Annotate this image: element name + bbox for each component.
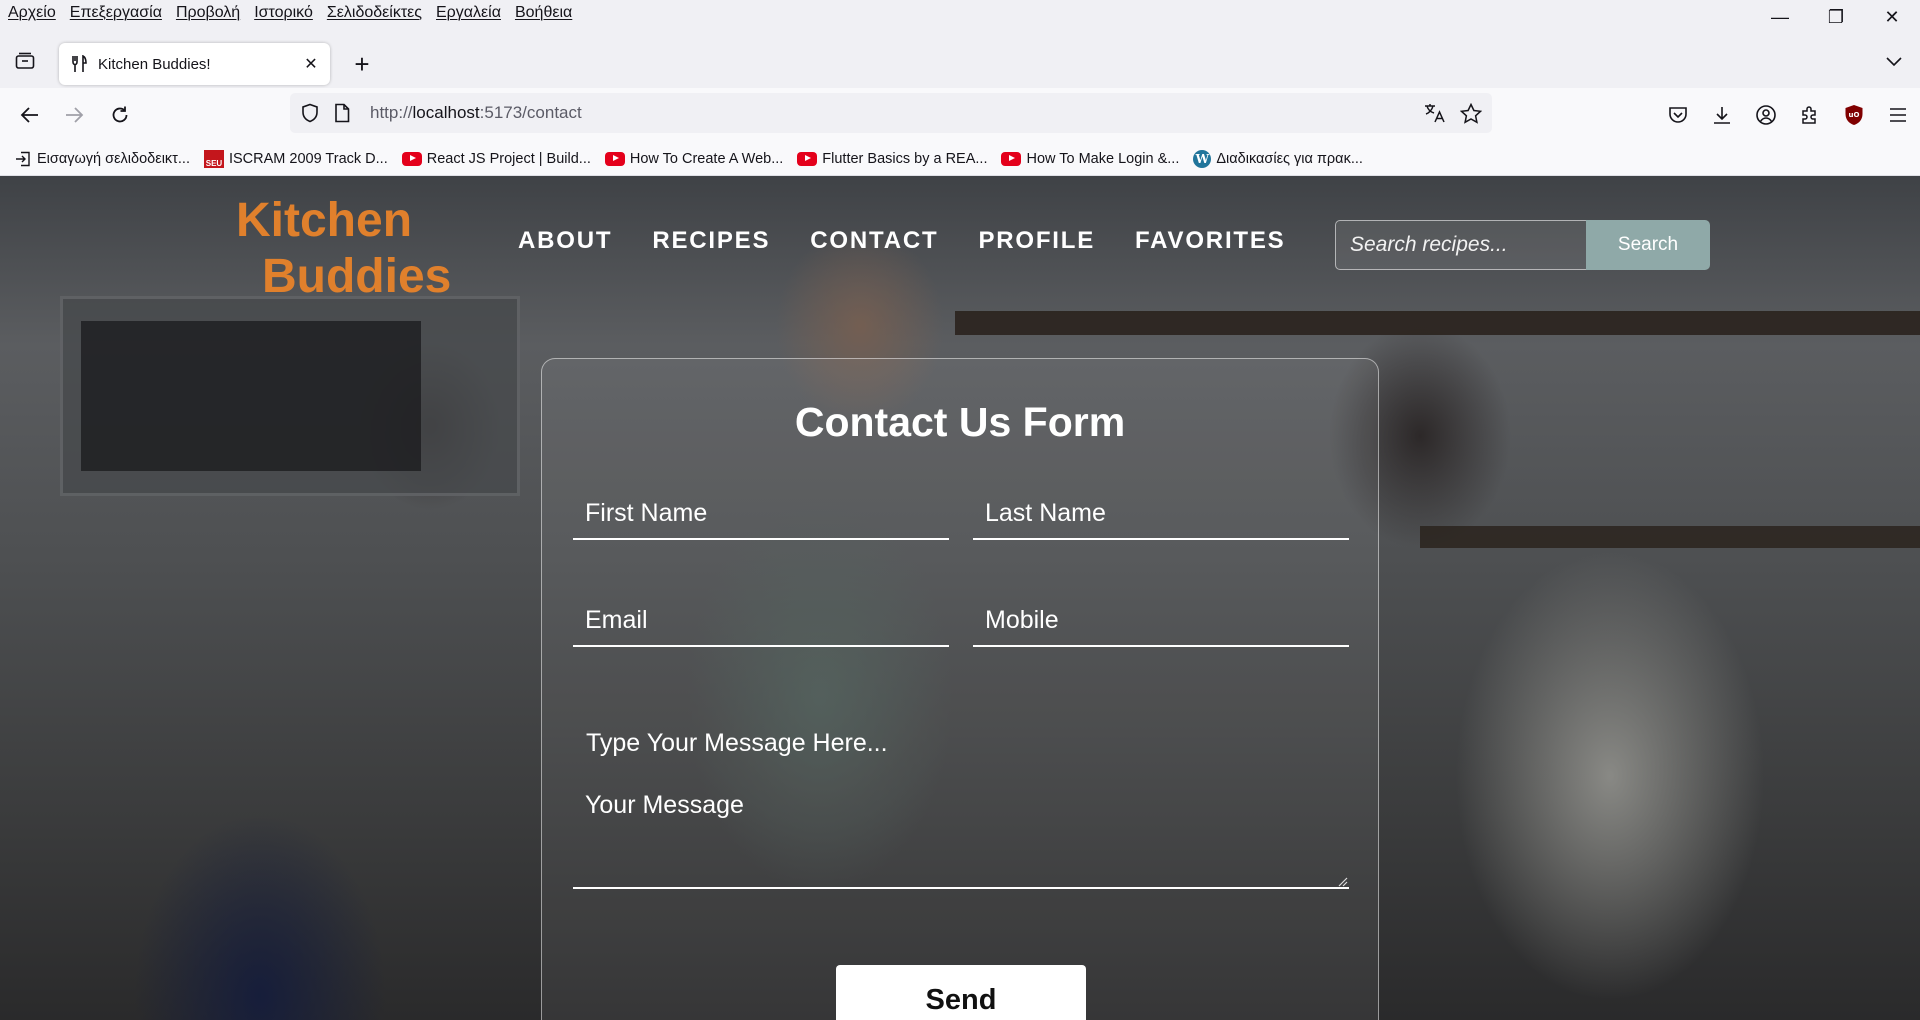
bookmark-item[interactable]: How To Create A Web... bbox=[604, 151, 783, 167]
tab-close-icon[interactable]: ✕ bbox=[298, 51, 324, 77]
menu-bookmarks[interactable]: Σελιδοδείκτες bbox=[320, 0, 429, 26]
page-icon[interactable] bbox=[330, 101, 354, 125]
send-button[interactable]: Send bbox=[836, 965, 1086, 1020]
youtube-icon bbox=[401, 151, 422, 166]
url-text[interactable]: http://localhost:5173/contact bbox=[370, 103, 1420, 123]
tab-title: Kitchen Buddies! bbox=[98, 55, 211, 73]
background-shelf bbox=[955, 311, 1920, 335]
bookmark-item[interactable]: How To Make Login &... bbox=[1001, 151, 1179, 167]
bookmark-item[interactable]: W Διαδικασίες για πρακ... bbox=[1193, 149, 1363, 168]
chevron-down-icon[interactable] bbox=[1880, 48, 1908, 76]
menu-view[interactable]: Προβολή bbox=[169, 0, 247, 26]
message-field[interactable] bbox=[573, 779, 1349, 889]
fork-knife-icon bbox=[69, 54, 89, 74]
wordpress-icon: W bbox=[1193, 149, 1212, 168]
tab-bar: Kitchen Buddies! ✕ + bbox=[0, 26, 1920, 88]
extensions-icon[interactable] bbox=[1788, 99, 1832, 131]
bookmark-item[interactable]: Flutter Basics by a REA... bbox=[797, 151, 987, 167]
menu-help[interactable]: Βοήθεια bbox=[508, 0, 579, 26]
nav-link-contact[interactable]: CONTACT bbox=[810, 227, 938, 255]
account-icon[interactable] bbox=[1744, 99, 1788, 131]
shield-icon[interactable] bbox=[298, 101, 322, 125]
background-shelf bbox=[1420, 526, 1920, 548]
mobile-field[interactable] bbox=[973, 595, 1349, 647]
translate-icon[interactable] bbox=[1420, 98, 1450, 128]
reload-icon[interactable] bbox=[104, 99, 136, 131]
message-hint: Type Your Message Here... bbox=[586, 729, 888, 757]
hamburger-menu-icon[interactable] bbox=[1876, 99, 1920, 131]
logo-line-2: Buddies bbox=[262, 250, 452, 303]
recipe-search-input[interactable] bbox=[1335, 220, 1587, 270]
last-name-field[interactable] bbox=[973, 488, 1349, 540]
bookmark-item[interactable]: React JS Project | Build... bbox=[401, 151, 591, 167]
toolbar-right: uO bbox=[1656, 99, 1920, 131]
youtube-icon bbox=[1001, 151, 1022, 166]
nav-link-favorites[interactable]: FAVORITES bbox=[1135, 227, 1285, 255]
import-icon bbox=[14, 151, 32, 166]
tab-kitchen-buddies[interactable]: Kitchen Buddies! ✕ bbox=[59, 43, 330, 85]
ublock-icon[interactable]: uO bbox=[1832, 99, 1876, 131]
form-title: Contact Us Form bbox=[794, 399, 1126, 445]
new-tab-button[interactable]: + bbox=[348, 50, 376, 78]
bookmark-item[interactable]: SEU ISCRAM 2009 Track D... bbox=[203, 149, 388, 168]
seu-favicon: SEU bbox=[203, 149, 224, 168]
svg-text:uO: uO bbox=[1849, 111, 1860, 119]
nav-link-about[interactable]: ABOUT bbox=[518, 227, 612, 255]
search-button[interactable]: Search bbox=[1586, 220, 1710, 270]
email-field[interactable] bbox=[573, 595, 949, 647]
url-bar[interactable]: http://localhost:5173/contact bbox=[290, 93, 1492, 133]
resize-grip-icon[interactable] bbox=[1336, 875, 1348, 887]
download-icon[interactable] bbox=[1700, 99, 1744, 131]
back-icon[interactable] bbox=[14, 99, 46, 131]
site-nav: ABOUT RECIPES CONTACT PROFILE FAVORITES bbox=[518, 227, 1326, 255]
forward-icon[interactable] bbox=[58, 99, 90, 131]
first-name-field[interactable] bbox=[573, 488, 949, 540]
bookmark-item[interactable]: Εισαγωγή σελιδοδεικτ... bbox=[14, 151, 190, 167]
site-logo[interactable]: Kitchen Buddies bbox=[236, 193, 451, 305]
page-content: Kitchen Buddies ABOUT RECIPES CONTACT PR… bbox=[0, 176, 1920, 1020]
navigation-toolbar: http://localhost:5173/contact uO bbox=[0, 88, 1920, 142]
tab-list-icon[interactable] bbox=[10, 48, 40, 74]
youtube-icon bbox=[604, 151, 625, 166]
logo-line-1: Kitchen bbox=[236, 194, 413, 247]
menu-edit[interactable]: Επεξεργασία bbox=[63, 0, 169, 26]
bookmarks-toolbar: Εισαγωγή σελιδοδεικτ... SEU ISCRAM 2009 … bbox=[0, 142, 1920, 176]
menu-history[interactable]: Ιστορικό bbox=[247, 0, 320, 26]
background-microwave bbox=[60, 296, 520, 496]
nav-link-profile[interactable]: PROFILE bbox=[978, 227, 1095, 255]
menu-tools[interactable]: Εργαλεία bbox=[429, 0, 508, 26]
menu-bar: Αρχείο Επεξεργασία Προβολή Ιστορικό Σελι… bbox=[0, 0, 1920, 26]
menu-file[interactable]: Αρχείο bbox=[0, 0, 63, 26]
nav-link-recipes[interactable]: RECIPES bbox=[652, 227, 770, 255]
youtube-icon bbox=[797, 151, 818, 166]
contact-form: Contact Us Form Type Your Message Here..… bbox=[541, 358, 1379, 1020]
pocket-icon[interactable] bbox=[1656, 99, 1700, 131]
bookmark-star-icon[interactable] bbox=[1456, 98, 1486, 128]
